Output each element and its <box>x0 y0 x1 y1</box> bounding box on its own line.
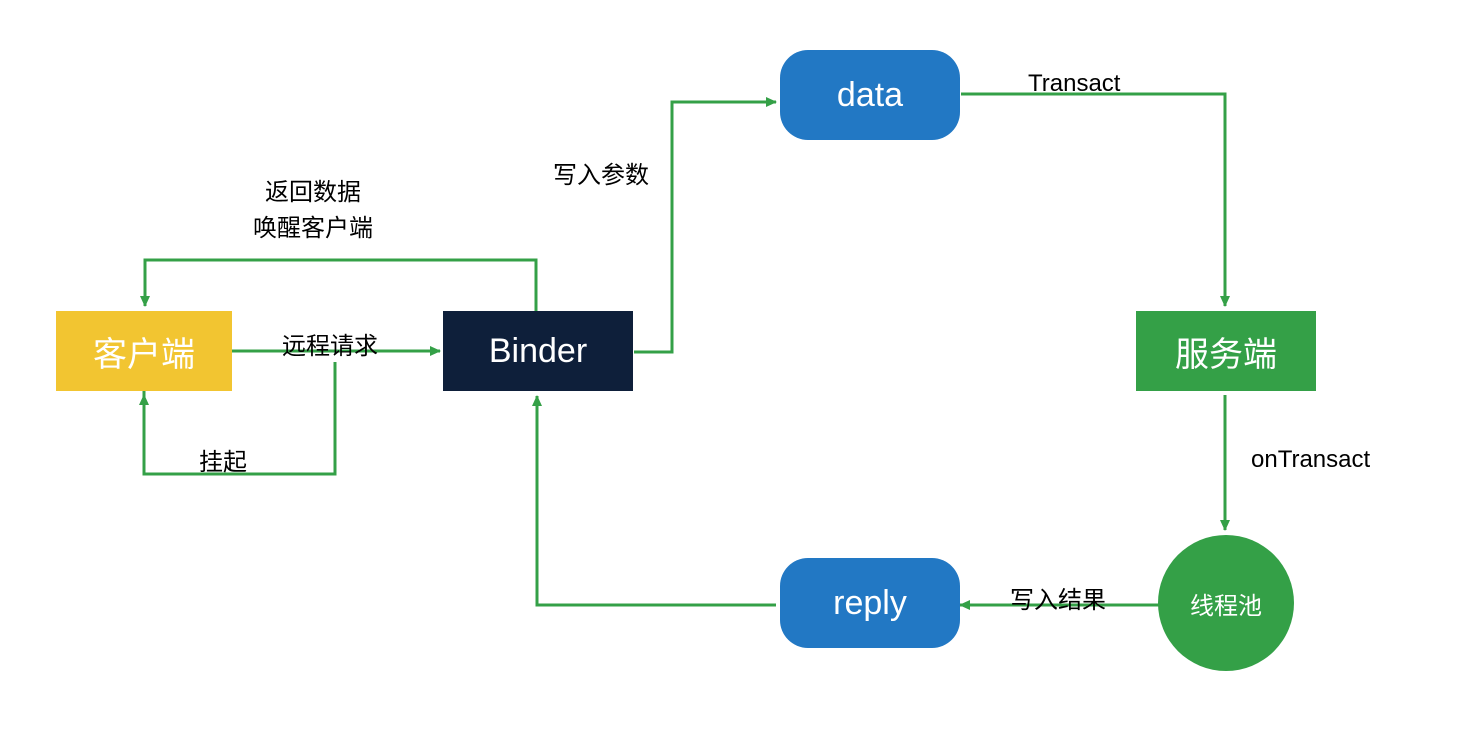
node-reply: reply <box>780 558 960 648</box>
label-return-data: 返回数据 <box>253 175 373 211</box>
node-binder-text: Binder <box>489 332 587 371</box>
label-on-transact: onTransact <box>1251 446 1370 474</box>
edge-binder-to-client <box>145 260 536 312</box>
node-threadpool-text: 线程池 <box>1190 586 1262 621</box>
label-transact: Transact <box>1028 70 1120 98</box>
node-client: 客户端 <box>56 311 232 391</box>
edge-reply-to-binder <box>537 396 776 605</box>
node-server-text: 服务端 <box>1175 327 1277 376</box>
label-wake-client: 唤醒客户端 <box>253 211 373 247</box>
label-suspend: 挂起 <box>199 442 247 477</box>
edge-binder-to-data <box>634 102 776 352</box>
node-client-text: 客户端 <box>93 327 195 376</box>
node-data-text: data <box>837 76 903 115</box>
label-write-result: 写入结果 <box>1010 580 1106 615</box>
node-server: 服务端 <box>1136 311 1316 391</box>
label-return-wake: 返回数据 唤醒客户端 <box>253 175 373 247</box>
edge-data-to-server <box>961 94 1225 306</box>
node-binder: Binder <box>443 311 633 391</box>
node-data: data <box>780 50 960 140</box>
node-reply-text: reply <box>833 584 907 623</box>
label-remote-request: 远程请求 <box>282 326 378 361</box>
label-write-args: 写入参数 <box>553 155 649 190</box>
node-threadpool: 线程池 <box>1158 535 1294 671</box>
